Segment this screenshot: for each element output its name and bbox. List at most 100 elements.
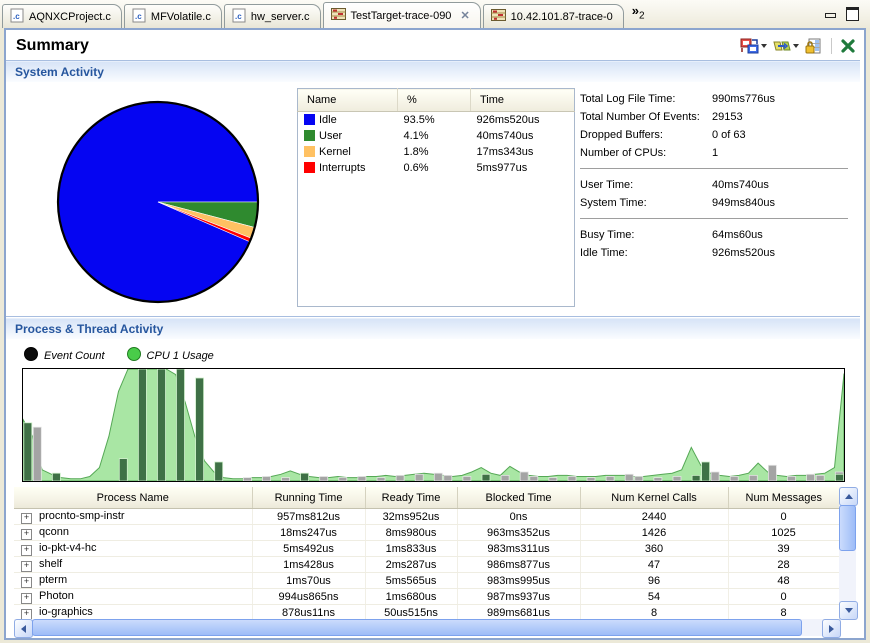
- color-swatch-icon: [304, 162, 315, 173]
- color-swatch-icon: [304, 130, 315, 141]
- editor-tab-hw_server.c[interactable]: .c hw_server.c: [223, 4, 321, 28]
- stat-row: Idle Time: 926ms520us: [580, 247, 775, 259]
- legend-item-event-count: Event Count: [24, 346, 105, 362]
- color-swatch-icon: [304, 146, 315, 157]
- legend-item-cpu-usage: CPU 1 Usage: [126, 346, 214, 362]
- section-heading: Process & Thread Activity: [15, 322, 164, 336]
- legend-row-Kernel[interactable]: Kernel 1.8% 17ms343us: [298, 144, 575, 160]
- column-header-time[interactable]: Time: [470, 88, 575, 112]
- close-view-icon: [841, 39, 855, 53]
- c-file-icon: .c: [10, 8, 24, 26]
- lock-columns-icon: [805, 38, 821, 54]
- process-row-qconn[interactable]: + qconn 18ms247us 8ms980us 963ms352us 1426 102…: [14, 524, 840, 541]
- stats-divider: [580, 168, 848, 169]
- system-activity-table: Name % Time Idle 93.5% 926ms520us User 4.1% 4…: [297, 88, 575, 307]
- stats-divider: [580, 218, 848, 219]
- svg-text:.c: .c: [235, 12, 242, 21]
- column-header-running-time[interactable]: Running Time: [252, 487, 366, 509]
- maximize-button[interactable]: [845, 6, 860, 21]
- editor-tab-bar: .c AQNXCProject.c .c MFVolatile.c .c hw_serve…: [0, 0, 870, 28]
- import-export-button[interactable]: [772, 37, 800, 55]
- process-row-io-pkt-v4-hc[interactable]: + io-pkt-v4-hc 5ms492us 1ms833us 983ms311us 3…: [14, 540, 840, 557]
- stat-row: Total Number Of Events: 29153: [580, 111, 743, 123]
- trace-icon: [490, 8, 506, 25]
- process-table-hscrollbar[interactable]: [14, 619, 841, 638]
- tab-label: hw_server.c: [250, 10, 310, 23]
- summary-stats: Total Log File Time: 990ms776us Total Numb…: [580, 90, 850, 262]
- color-swatch-icon: [304, 114, 315, 125]
- dropdown-caret-icon: [793, 44, 799, 48]
- dropdown-caret-icon: [761, 44, 767, 48]
- expand-icon[interactable]: +: [21, 512, 32, 524]
- tab-label: AQNXCProject.c: [29, 10, 111, 23]
- toolbar-separator: [831, 38, 832, 54]
- expand-icon[interactable]: +: [21, 608, 32, 620]
- tab-close-icon[interactable]: ✕: [460, 9, 469, 22]
- stat-row: Busy Time: 64ms60us: [580, 229, 763, 241]
- editor-tab-10.42.101.87-trace-0[interactable]: 10.42.101.87-trace-0: [482, 4, 624, 28]
- event-count-dot-icon: [24, 346, 38, 361]
- cpu-usage-dot-icon: [126, 346, 141, 361]
- scroll-right-button[interactable]: [822, 619, 841, 638]
- chart-legend: Event Count CPU 1 Usage: [24, 346, 214, 362]
- process-row-pterm[interactable]: + pterm 1ms70us 5ms565us 983ms995us 96 48: [14, 572, 840, 589]
- editor-tab-MFVolatile.c[interactable]: .c MFVolatile.c: [123, 4, 222, 28]
- stat-row: System Time: 949ms840us: [580, 197, 775, 209]
- scroll-up-button[interactable]: [839, 487, 858, 506]
- trace-icon: [330, 7, 346, 24]
- section-divider: [6, 316, 860, 317]
- column-header-pct[interactable]: %: [397, 88, 471, 112]
- close-view-button[interactable]: [840, 38, 856, 54]
- column-header-name[interactable]: Name: [297, 88, 398, 112]
- tab-label: 10.42.101.87-trace-0: [510, 10, 613, 23]
- scroll-left-button[interactable]: [14, 619, 33, 638]
- import-export-icon: [773, 41, 791, 51]
- tab-label: TestTarget-trace-090: [350, 9, 452, 22]
- view-toolbar: [739, 36, 856, 56]
- section-heading: System Activity: [15, 65, 104, 79]
- tab-label: MFVolatile.c: [150, 10, 211, 23]
- svg-text:.c: .c: [135, 12, 142, 21]
- process-table: Process Name Running Time Ready Time Blocke…: [14, 487, 840, 621]
- process-table-vscrollbar[interactable]: [839, 487, 858, 620]
- system-activity-band: System Activity: [6, 61, 860, 82]
- stat-row: Number of CPUs: 1: [580, 147, 719, 159]
- expand-icon[interactable]: +: [21, 592, 32, 604]
- page-title: Summary: [16, 37, 89, 54]
- legend-row-Idle[interactable]: Idle 93.5% 926ms520us: [298, 112, 575, 129]
- stat-row: Dropped Buffers: 0 of 63: [580, 129, 746, 141]
- c-file-icon: .c: [132, 8, 146, 26]
- svg-text:.c: .c: [13, 12, 20, 21]
- expand-icon[interactable]: +: [21, 528, 32, 540]
- process-row-Photon[interactable]: + Photon 994us865ns 1ms680us 987ms937us 54 0: [14, 588, 840, 605]
- stat-row: User Time: 40ms740us: [580, 179, 769, 191]
- column-header-num-messages[interactable]: Num Messages: [728, 487, 839, 509]
- process-row-shelf[interactable]: + shelf 1ms428us 2ms287us 986ms877us 47 28: [14, 556, 840, 573]
- scroll-down-button[interactable]: [839, 601, 858, 620]
- expand-icon[interactable]: +: [21, 560, 32, 572]
- activity-timeline-chart[interactable]: [22, 368, 845, 482]
- expand-icon[interactable]: +: [21, 544, 32, 556]
- editor-tab-TestTarget-trace-090[interactable]: TestTarget-trace-090 ✕: [322, 2, 481, 28]
- legend-row-Interrupts[interactable]: Interrupts 0.6% 5ms977us: [298, 160, 575, 176]
- lock-columns-button[interactable]: [804, 37, 823, 55]
- column-header-num-kernel-calls[interactable]: Num Kernel Calls: [580, 487, 729, 509]
- cpu-usage-pie-chart: [56, 100, 260, 304]
- hscroll-thumb[interactable]: [32, 619, 802, 636]
- column-header-process-name[interactable]: Process Name: [14, 487, 253, 509]
- stat-row: Total Log File Time: 990ms776us: [580, 93, 775, 105]
- summary-view: Summary System Activity Name % Time Idle…: [4, 28, 866, 640]
- switch-pane-button[interactable]: [739, 37, 768, 55]
- minimize-button[interactable]: [823, 6, 838, 18]
- expand-icon[interactable]: +: [21, 576, 32, 588]
- editor-tab-AQNXCProject.c[interactable]: .c AQNXCProject.c: [2, 4, 122, 28]
- tab-overflow-indicator[interactable]: »2: [632, 3, 645, 22]
- column-header-ready-time[interactable]: Ready Time: [365, 487, 458, 509]
- process-activity-band: Process & Thread Activity: [6, 318, 860, 339]
- column-header-blocked-time[interactable]: Blocked Time: [457, 487, 581, 509]
- vscroll-thumb[interactable]: [839, 505, 856, 551]
- c-file-icon: .c: [232, 8, 246, 26]
- process-row-procnto-smp-instr[interactable]: + procnto-smp-instr 957ms812us 32ms952us 0ns…: [14, 508, 840, 525]
- switch-pane-icon: [740, 38, 759, 54]
- legend-row-User[interactable]: User 4.1% 40ms740us: [298, 128, 575, 144]
